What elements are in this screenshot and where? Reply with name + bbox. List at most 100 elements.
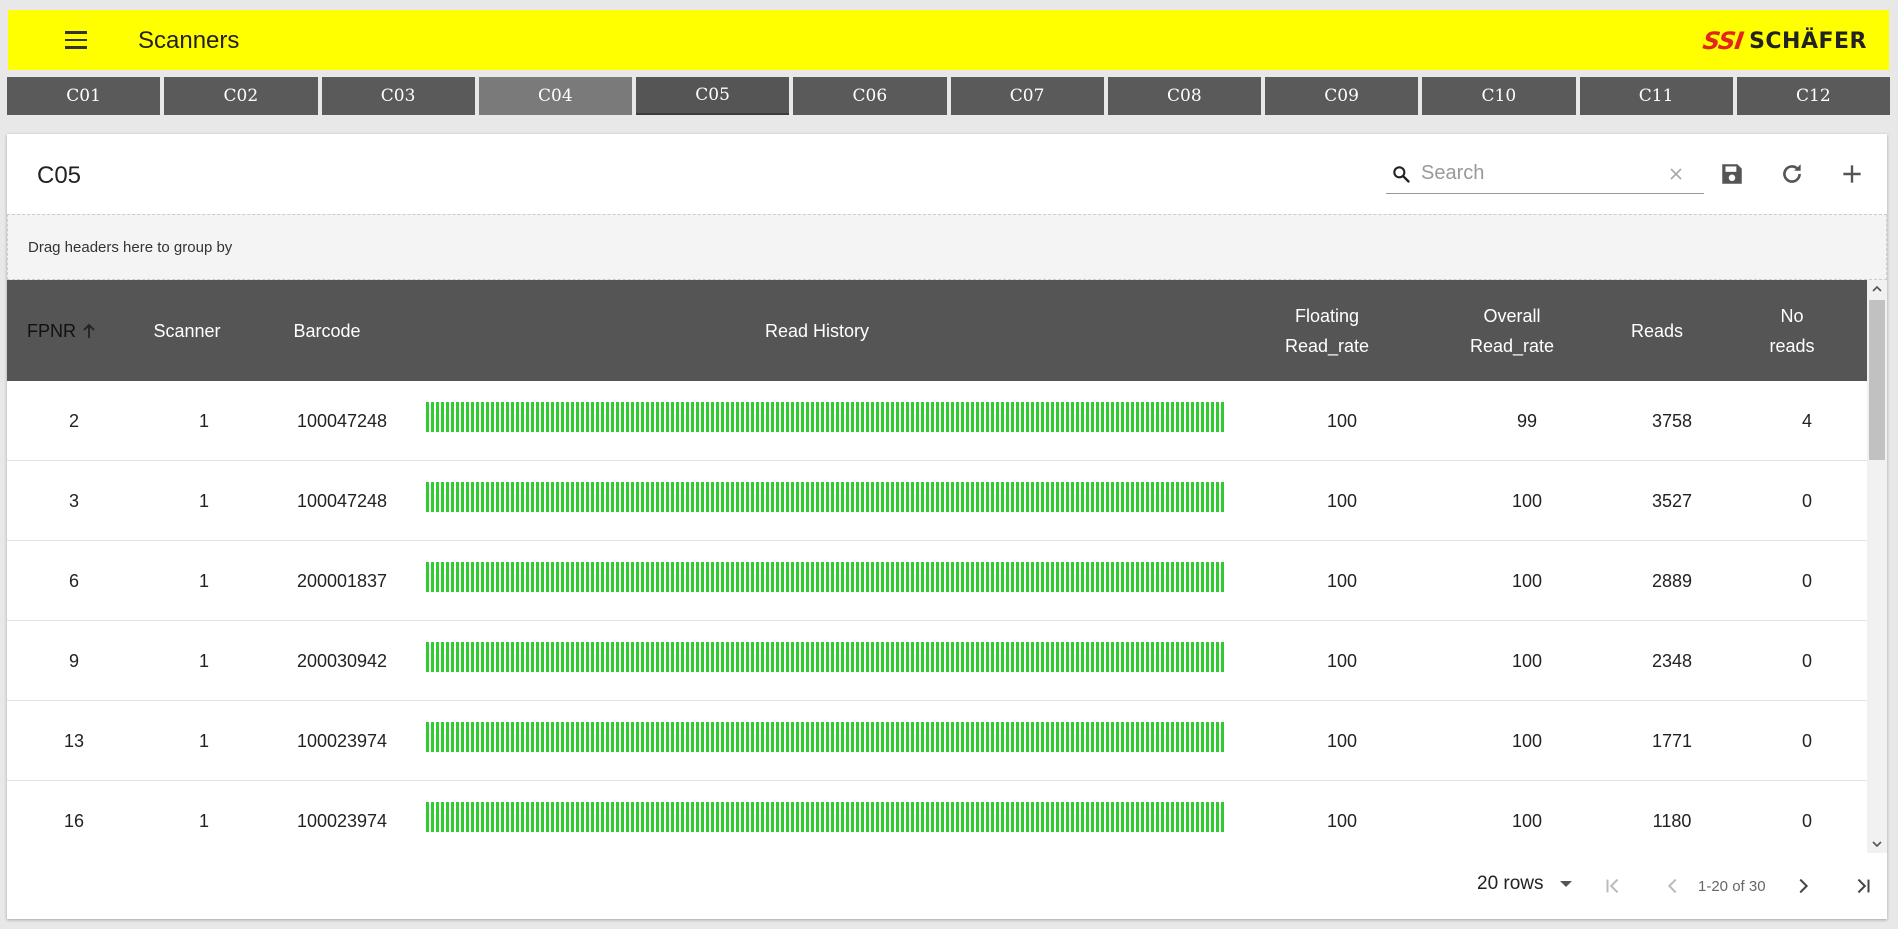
cell-reads: 1771	[1651, 730, 1693, 751]
cell-barcode: 100047248	[296, 410, 388, 431]
table-row[interactable]: 13 1 100023974 100 100 1771 0	[7, 701, 1867, 781]
group-by-hint: Drag headers here to group by	[28, 239, 233, 256]
cell-scanner: 1	[198, 650, 209, 671]
save-button[interactable]	[1716, 158, 1748, 190]
cell-overall: 100	[1511, 730, 1543, 751]
search-icon	[1393, 166, 1410, 183]
cell-fpnr: 6	[68, 570, 79, 591]
tab-c06[interactable]: C06	[793, 77, 947, 115]
vertical-scrollbar[interactable]	[1867, 280, 1887, 853]
scroll-down-icon[interactable]	[1867, 835, 1887, 853]
cell-floating: 100	[1326, 570, 1358, 591]
cell-floating: 100	[1326, 730, 1358, 751]
menu-icon[interactable]	[54, 26, 98, 54]
dropdown-caret-icon	[1559, 881, 1572, 887]
cell-scanner: 1	[198, 570, 209, 591]
read-history-bar	[426, 402, 1226, 432]
chevron-right-icon	[1799, 878, 1809, 894]
column-header-floating-read-rate[interactable]: Floating Read_rate	[1257, 280, 1397, 381]
tab-c07[interactable]: C07	[950, 77, 1104, 115]
search-input[interactable]	[1421, 159, 1661, 187]
add-button[interactable]	[1836, 158, 1868, 190]
read-history-bar	[426, 562, 1226, 592]
clear-search-icon[interactable]	[1666, 164, 1686, 184]
cell-scanner: 1	[198, 730, 209, 751]
previous-page-button[interactable]	[1660, 873, 1686, 899]
sort-ascending-icon	[83, 323, 95, 338]
column-header-reads[interactable]: Reads	[1607, 280, 1707, 381]
read-history-bar	[426, 642, 1226, 672]
tab-c02[interactable]: C02	[164, 77, 318, 115]
chevron-left-icon	[1667, 878, 1677, 894]
app-bar: Scanners SSI SCHÄFER	[8, 10, 1889, 70]
tab-c10[interactable]: C10	[1422, 77, 1576, 115]
read-history-bar	[426, 802, 1226, 832]
column-label-overall-line2: Read_rate	[1469, 335, 1555, 356]
save-icon	[1722, 164, 1742, 184]
cell-reads: 1180	[1652, 810, 1692, 831]
cell-reads: 2889	[1651, 570, 1693, 591]
conveyor-tabs: C01 C02 C03 C04 C05 C06 C07 C08 C09 C10 C11 C12	[7, 77, 1890, 115]
column-label-fpnr: FPNR	[27, 320, 76, 341]
cell-overall: 100	[1511, 810, 1543, 831]
table-row[interactable]: 16 1 100023974 100 100 1180 0	[7, 781, 1867, 853]
cell-barcode: 100047248	[296, 490, 388, 511]
logo-schaefer: SCHÄFER	[1749, 28, 1867, 54]
cell-overall: 99	[1516, 410, 1538, 431]
column-header-overall-read-rate[interactable]: Overall Read_rate	[1442, 280, 1582, 381]
scrollbar-thumb[interactable]	[1869, 300, 1885, 460]
tab-c09[interactable]: C09	[1265, 77, 1419, 115]
column-label-floating-line1: Floating	[1294, 305, 1360, 326]
logo-ssi: SSI	[1701, 27, 1746, 55]
read-history-bar	[426, 482, 1226, 512]
scanner-grid: FPNR Scanner Barcode Read History Floati…	[7, 280, 1887, 853]
ssi-schaefer-logo: SSI SCHÄFER	[1701, 26, 1867, 56]
cell-fpnr: 16	[63, 810, 85, 831]
scroll-up-icon[interactable]	[1867, 280, 1887, 298]
search-box	[1386, 154, 1704, 194]
page-range-label: 1-20 of 30	[1698, 878, 1766, 895]
column-label-overall-line1: Overall	[1483, 305, 1541, 326]
tab-c12[interactable]: C12	[1736, 77, 1890, 115]
last-page-button[interactable]	[1850, 873, 1876, 899]
refresh-icon	[1783, 164, 1801, 183]
card-title: C05	[37, 162, 82, 189]
cell-barcode: 200030942	[296, 650, 388, 671]
cell-reads: 3527	[1651, 490, 1693, 511]
cell-reads: 3758	[1651, 410, 1693, 431]
rows-per-page-select[interactable]: 20 rows	[1477, 873, 1572, 895]
column-label-barcode: Barcode	[293, 320, 361, 341]
scanner-card: C05 Drag headers here to group by	[7, 134, 1887, 919]
cell-barcode: 100023974	[296, 730, 388, 751]
column-label-floating-line2: Read_rate	[1284, 335, 1370, 356]
tab-c05[interactable]: C05	[636, 77, 790, 115]
cell-floating: 100	[1326, 810, 1358, 831]
tab-c11[interactable]: C11	[1579, 77, 1733, 115]
column-header-no-reads[interactable]: No reads	[1742, 280, 1842, 381]
pagination-bar: 20 rows 1-20 of 30	[7, 853, 1887, 919]
table-row[interactable]: 6 1 200001837 100 100 2889 0	[7, 541, 1867, 621]
column-label-noreads-line1: No	[1780, 305, 1804, 326]
column-header-scanner[interactable]: Scanner	[137, 280, 237, 381]
first-page-button[interactable]	[1600, 873, 1626, 899]
group-by-dropzone[interactable]: Drag headers here to group by	[7, 214, 1887, 280]
tab-c03[interactable]: C03	[321, 77, 475, 115]
table-row[interactable]: 2 1 100047248 100 99 3758 4	[7, 381, 1867, 461]
column-header-barcode[interactable]: Barcode	[277, 280, 377, 381]
cell-overall: 100	[1511, 570, 1543, 591]
tab-c01[interactable]: C01	[7, 77, 161, 115]
cell-noreads: 4	[1801, 410, 1812, 431]
tab-c04[interactable]: C04	[478, 77, 632, 115]
cell-scanner: 1	[198, 490, 209, 511]
table-row[interactable]: 3 1 100047248 100 100 3527 0	[7, 461, 1867, 541]
next-page-button[interactable]	[1790, 873, 1816, 899]
refresh-button[interactable]	[1776, 158, 1808, 190]
last-page-icon	[1857, 878, 1870, 894]
column-header-fpnr[interactable]: FPNR	[7, 280, 125, 381]
column-label-noreads-line2: reads	[1769, 335, 1815, 356]
cell-overall: 100	[1511, 650, 1543, 671]
table-row[interactable]: 9 1 200030942 100 100 2348 0	[7, 621, 1867, 701]
tab-c08[interactable]: C08	[1107, 77, 1261, 115]
column-header-read-history[interactable]: Read History	[427, 280, 1207, 381]
column-label-read-history: Read History	[764, 320, 870, 341]
